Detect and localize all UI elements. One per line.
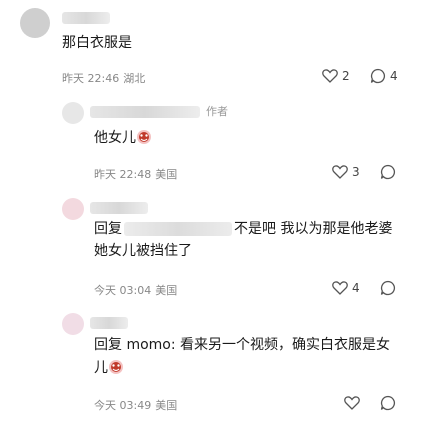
reply-button[interactable] — [380, 280, 396, 296]
comment-meta: 昨天 22:46 湖北 — [62, 70, 145, 86]
reply-button[interactable] — [380, 395, 396, 411]
like-button[interactable]: 2 — [322, 68, 350, 83]
username-blurred[interactable] — [62, 12, 110, 24]
comment-text-line2: 儿 — [94, 357, 124, 380]
comment-location: 美国 — [155, 284, 178, 297]
mention-blurred[interactable] — [124, 222, 232, 236]
comment-time: 昨天 22:48 — [94, 168, 152, 181]
like-button[interactable] — [344, 395, 360, 410]
comment-text-body: 不是吧 我以为那是他老婆 — [234, 221, 393, 237]
comment-time: 今天 03:04 — [94, 284, 152, 297]
comment-location: 湖北 — [123, 72, 146, 85]
comment-2: 作者 他女儿 昨天 22:48 美国 3 — [0, 95, 422, 190]
avatar[interactable] — [62, 198, 84, 220]
comment-time: 昨天 22:46 — [62, 72, 120, 85]
heart-icon — [332, 165, 348, 179]
comment-text-line1: 回复 不是吧 我以为那是他老婆 — [94, 218, 392, 241]
comment-icon — [380, 164, 396, 180]
comment-location: 美国 — [155, 168, 178, 181]
heart-icon — [322, 69, 338, 83]
comment-icon — [370, 68, 386, 84]
comment-text-line1: 回复 momo: 看来另一个视频，确实白衣服是女 — [94, 337, 391, 353]
avatar[interactable] — [62, 102, 84, 124]
like-count: 3 — [352, 164, 360, 179]
reply-count: 4 — [390, 69, 398, 83]
laugh-emoji-icon — [109, 360, 123, 374]
username-blurred[interactable] — [90, 202, 148, 214]
comment-text: 那白衣服是 — [62, 35, 132, 51]
author-badge: 作者 — [206, 105, 228, 118]
comment-4: 回复 momo: 看来另一个视频，确实白衣服是女 儿 今天 03:49 美国 — [0, 305, 422, 428]
reply-prefix: 回复 — [94, 221, 122, 237]
avatar[interactable] — [62, 313, 84, 335]
comment-location: 美国 — [155, 399, 178, 412]
like-button[interactable]: 4 — [332, 280, 360, 295]
like-count: 4 — [352, 280, 360, 295]
like-button[interactable]: 3 — [332, 164, 360, 179]
comment-icon — [380, 395, 396, 411]
comment-text-body: 他女儿 — [94, 130, 136, 146]
heart-icon — [344, 396, 360, 410]
reply-button[interactable] — [380, 164, 396, 180]
avatar[interactable] — [20, 8, 50, 38]
comment-meta: 今天 03:49 美国 — [94, 397, 177, 413]
comment-3: 回复 不是吧 我以为那是他老婆 她女儿被挡住了 今天 03:04 美国 4 — [0, 190, 422, 305]
heart-icon — [332, 281, 348, 295]
reply-button[interactable]: 4 — [370, 68, 398, 84]
comment-meta: 昨天 22:48 美国 — [94, 166, 177, 182]
comment-1: 那白衣服是 昨天 22:46 湖北 2 4 — [0, 0, 422, 95]
username-blurred[interactable] — [90, 106, 200, 118]
laugh-emoji-icon — [137, 130, 151, 144]
comment-meta: 今天 03:04 美国 — [94, 282, 177, 298]
comment-icon — [380, 280, 396, 296]
comment-text-body: 儿 — [94, 360, 108, 376]
comment-text: 他女儿 — [94, 127, 152, 150]
comment-text-line2: 她女儿被挡住了 — [94, 243, 192, 259]
like-count: 2 — [342, 68, 350, 83]
comment-time: 今天 03:49 — [94, 399, 152, 412]
username-blurred[interactable] — [90, 317, 128, 329]
